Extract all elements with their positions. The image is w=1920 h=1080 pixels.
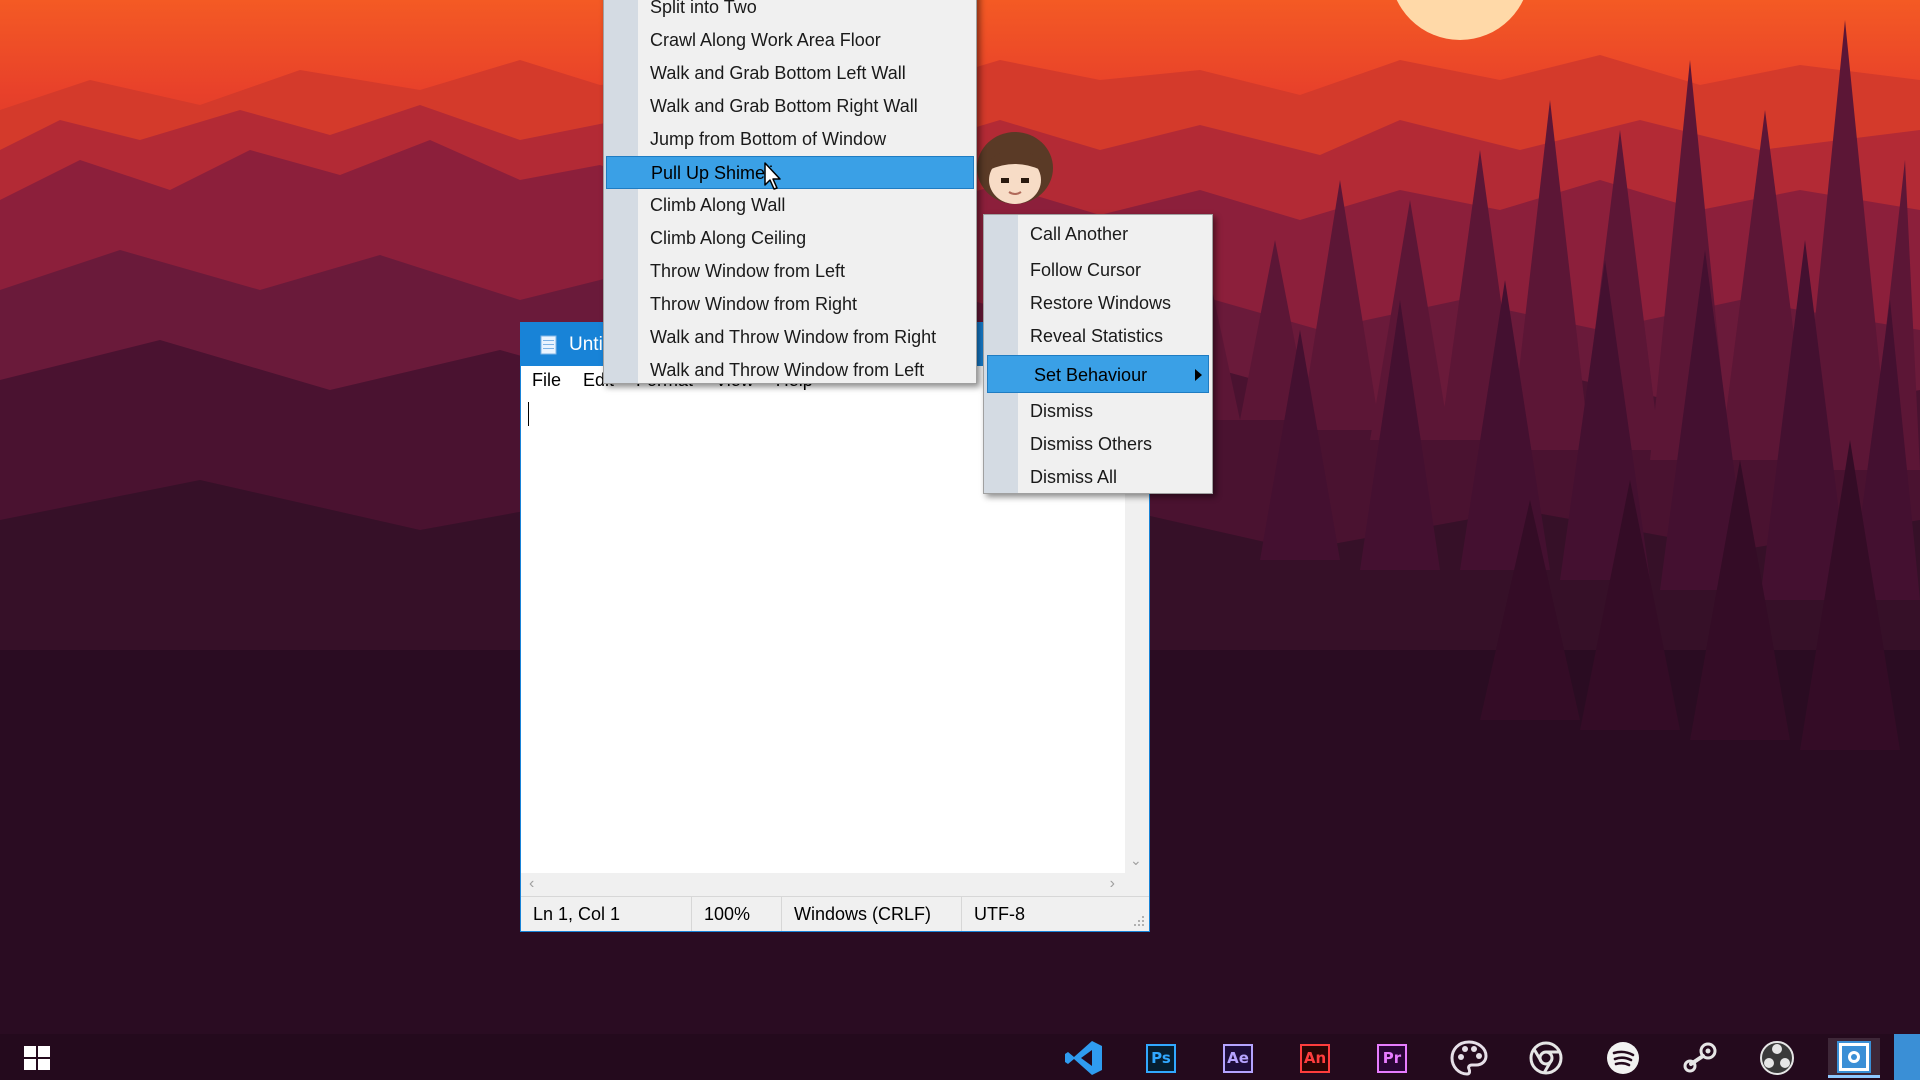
scroll-left-icon[interactable]: ‹ [529,875,534,893]
scrollbar-corner [1125,873,1149,897]
show-desktop-button[interactable] [1894,1034,1920,1080]
horizontal-scrollbar[interactable]: ‹ › [521,873,1125,897]
after-effects-icon: Ae [1223,1043,1253,1073]
photoshop-icon: Ps [1146,1043,1176,1073]
status-encoding: UTF-8 [961,897,1121,931]
menu-item-dismiss-all[interactable]: Dismiss All [984,461,1212,494]
menu-item-dismiss-others[interactable]: Dismiss Others [984,428,1212,461]
notepad-icon [540,335,557,354]
spotify-icon [1607,1042,1639,1074]
taskbar-after-effects[interactable]: Ae [1212,1038,1264,1078]
menu-item-climb-along-wall[interactable]: Climb Along Wall [604,189,976,222]
text-caret [528,402,529,426]
shimeji-context-menu: Call Another Follow Cursor Restore Windo… [983,214,1213,494]
menu-item-walk-throw-window-from-left[interactable]: Walk and Throw Window from Left [604,354,976,387]
menu-item-walk-grab-bottom-left-wall[interactable]: Walk and Grab Bottom Left Wall [604,57,976,90]
chrome-icon [1529,1041,1563,1075]
status-zoom: 100% [691,897,781,931]
premiere-icon: Pr [1377,1043,1407,1073]
obs-icon [1760,1041,1794,1075]
menu-item-throw-window-from-left[interactable]: Throw Window from Left [604,255,976,288]
behaviour-submenu: Split into Two Crawl Along Work Area Flo… [603,0,977,384]
menu-item-jump-from-bottom-of-window[interactable]: Jump from Bottom of Window [604,123,976,156]
menu-item-walk-throw-window-from-right[interactable]: Walk and Throw Window from Right [604,321,976,354]
menu-item-throw-window-from-right[interactable]: Throw Window from Right [604,288,976,321]
window-title: Unti [569,333,603,355]
desktop: Unti File Edit Format View Help ⌄ ‹ › Ln… [0,0,1920,1080]
taskbar-premiere[interactable]: Pr [1366,1038,1418,1078]
steam-icon [1683,1042,1717,1073]
menu-item-restore-windows[interactable]: Restore Windows [984,287,1212,320]
menu-file[interactable]: File [532,370,561,391]
menu-item-set-behaviour-label: Set Behaviour [1034,365,1148,385]
menu-item-follow-cursor[interactable]: Follow Cursor [984,254,1212,287]
status-bar: Ln 1, Col 1 100% Windows (CRLF) UTF-8 [521,896,1149,931]
submenu-arrow-icon [1195,369,1202,381]
taskbar-animate[interactable]: An [1289,1038,1341,1078]
taskbar-obs[interactable] [1751,1038,1803,1078]
windows-start-icon[interactable] [24,1046,50,1070]
menu-item-pull-up-shimeji[interactable]: Pull Up Shimeji [606,156,974,189]
scroll-right-icon[interactable]: › [1110,875,1115,893]
scroll-down-icon[interactable]: ⌄ [1130,852,1142,869]
shimeji-character[interactable] [975,130,1055,220]
menu-item-crawl-along-work-area-floor[interactable]: Crawl Along Work Area Floor [604,24,976,57]
menu-item-climb-along-ceiling[interactable]: Climb Along Ceiling [604,222,976,255]
status-line-ending: Windows (CRLF) [781,897,961,931]
taskbar-steam[interactable] [1674,1038,1726,1078]
taskbar-shimeji-app[interactable] [1828,1038,1880,1078]
palette-icon [1450,1040,1488,1076]
taskbar-chrome[interactable] [1520,1038,1572,1078]
status-position: Ln 1, Col 1 [533,904,621,924]
menu-item-reveal-statistics[interactable]: Reveal Statistics [984,320,1212,353]
taskbar-photoshop[interactable]: Ps [1135,1038,1187,1078]
menu-item-dismiss[interactable]: Dismiss [984,395,1212,428]
menu-item-walk-grab-bottom-right-wall[interactable]: Walk and Grab Bottom Right Wall [604,90,976,123]
mouse-cursor-icon [764,162,781,190]
taskbar: Ps Ae An Pr [0,1034,1920,1080]
resize-grip-icon[interactable] [1133,915,1145,927]
shimeji-app-icon [1837,1040,1871,1073]
taskbar-vscode[interactable] [1058,1038,1110,1078]
animate-icon: An [1300,1043,1330,1073]
menu-item-set-behaviour[interactable]: Set Behaviour [987,355,1209,393]
vscode-icon [1065,1041,1102,1075]
menu-item-call-another[interactable]: Call Another [984,218,1212,251]
menu-item-split-into-two[interactable]: Split into Two [604,0,976,24]
taskbar-spotify[interactable] [1597,1038,1649,1078]
taskbar-palette[interactable] [1443,1038,1495,1078]
